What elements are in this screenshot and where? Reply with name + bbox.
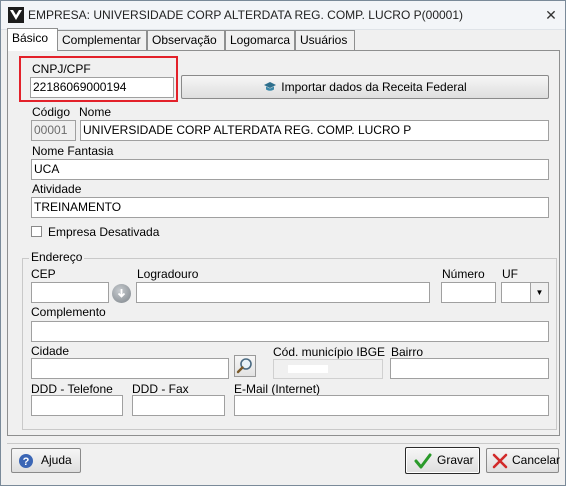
cod-municipio-inner	[288, 365, 328, 373]
svg-text:?: ?	[23, 456, 30, 468]
import-receita-button[interactable]: Importar dados da Receita Federal	[181, 75, 549, 99]
numero-label: Número	[442, 267, 485, 281]
ddd-fax-label: DDD - Fax	[132, 382, 189, 396]
title-bar: EMPRESA: UNIVERSIDADE CORP ALTERDATA REG…	[1, 1, 565, 30]
tab-basico[interactable]: Básico	[7, 28, 58, 51]
tab-logomarca[interactable]: Logomarca	[225, 30, 295, 50]
uf-label: UF	[502, 267, 518, 281]
cidade-label: Cidade	[31, 344, 70, 358]
cep-input[interactable]	[31, 282, 109, 303]
cnpj-input[interactable]: 22186069000194	[30, 77, 174, 98]
cep-label: CEP	[31, 267, 56, 281]
email-input[interactable]	[234, 395, 549, 416]
tab-usuarios[interactable]: Usuários	[295, 30, 355, 50]
cidade-input[interactable]	[31, 358, 229, 379]
tab-complementar[interactable]: Complementar	[57, 30, 147, 50]
cnpj-label: CNPJ/CPF	[32, 62, 91, 76]
help-button[interactable]: ? Ajuda	[11, 448, 81, 473]
chevron-down-icon[interactable]: ▼	[530, 283, 548, 302]
help-label: Ajuda	[41, 453, 72, 467]
save-label: Gravar	[437, 453, 474, 467]
atividade-label: Atividade	[32, 182, 82, 196]
empresa-desativada-checkbox[interactable]	[31, 226, 42, 237]
bairro-input[interactable]	[390, 358, 549, 379]
graduation-cap-icon	[264, 82, 277, 91]
cancel-label: Cancelar	[512, 453, 561, 467]
uf-select[interactable]: ▼	[501, 282, 549, 303]
cep-lookup-icon[interactable]	[112, 284, 131, 303]
import-receita-label: Importar dados da Receita Federal	[281, 80, 467, 94]
bairro-label: Bairro	[391, 345, 424, 359]
cod-municipio-label: Cód. município IBGE	[273, 345, 386, 359]
checkmark-icon	[414, 453, 432, 469]
numero-input[interactable]	[441, 282, 496, 303]
app-logo-icon	[8, 7, 24, 23]
nome-fantasia-label: Nome Fantasia	[32, 144, 114, 158]
nome-label: Nome	[79, 105, 112, 119]
footer-divider	[7, 443, 560, 444]
save-button[interactable]: Gravar	[405, 447, 480, 474]
codigo-field: 00001	[31, 120, 76, 141]
logradouro-input[interactable]	[136, 282, 430, 303]
ddd-fax-input[interactable]	[132, 395, 225, 416]
cancel-x-icon	[492, 453, 508, 469]
nome-fantasia-input[interactable]: UCA	[31, 159, 549, 180]
nome-input[interactable]: UNIVERSIDADE CORP ALTERDATA REG. COMP. L…	[80, 120, 549, 141]
logradouro-label: Logradouro	[137, 267, 199, 281]
cancel-button[interactable]: Cancelar	[486, 448, 561, 473]
atividade-input[interactable]: TREINAMENTO	[31, 197, 549, 218]
email-label: E-Mail (Internet)	[234, 382, 321, 396]
complemento-input[interactable]	[31, 321, 549, 342]
ddd-telefone-input[interactable]	[31, 395, 123, 416]
endereco-legend: Endereço	[29, 250, 85, 264]
complemento-label: Complemento	[31, 305, 106, 319]
arrow-down-icon	[117, 289, 126, 298]
company-dialog: EMPRESA: UNIVERSIDADE CORP ALTERDATA REG…	[0, 0, 566, 486]
ddd-telefone-label: DDD - Telefone	[31, 382, 113, 396]
window-title: EMPRESA: UNIVERSIDADE CORP ALTERDATA REG…	[28, 8, 464, 22]
cidade-search-button[interactable]	[234, 355, 256, 377]
magnifier-icon	[236, 358, 252, 374]
close-button[interactable]: ✕	[542, 6, 560, 24]
tab-observacao[interactable]: Observação	[147, 30, 225, 50]
empresa-desativada-label: Empresa Desativada	[48, 225, 160, 239]
help-icon: ?	[19, 454, 33, 468]
codigo-label: Código	[32, 105, 71, 119]
